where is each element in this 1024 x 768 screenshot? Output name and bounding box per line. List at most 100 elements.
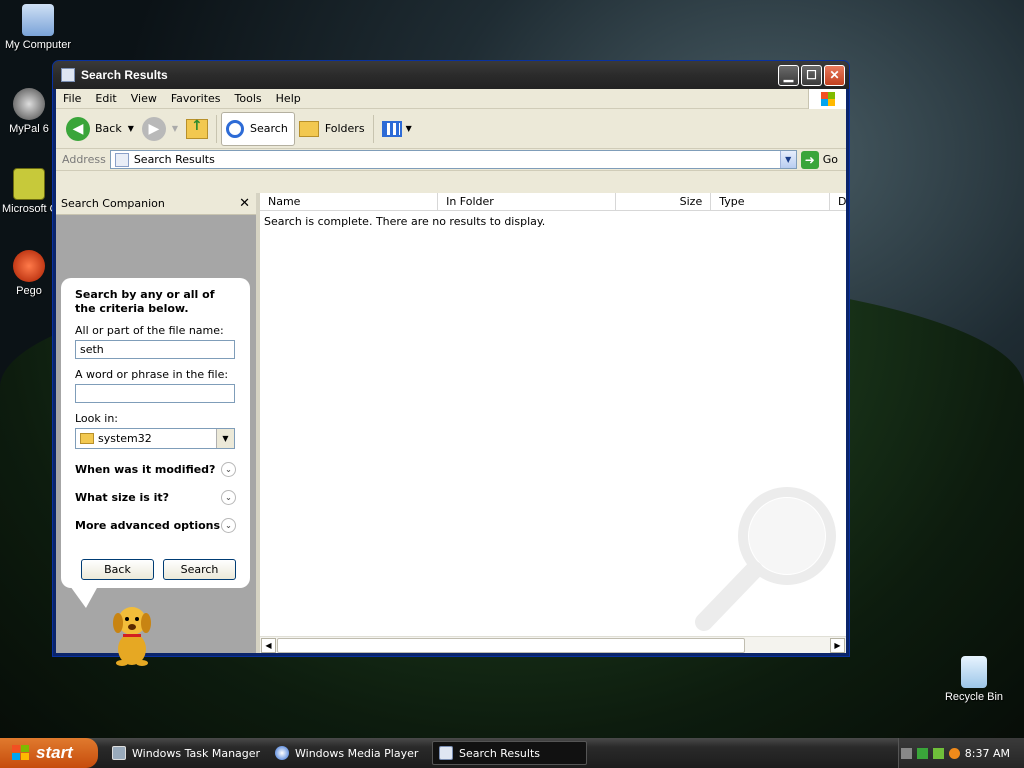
- desktop-icon-label: Microsoft Outlook: [2, 203, 56, 215]
- task-label: Windows Media Player: [295, 746, 419, 760]
- chevron-down-icon[interactable]: ▼: [216, 429, 234, 448]
- menu-edit[interactable]: Edit: [88, 92, 123, 105]
- results-pane: Name In Folder Size Type D Search is com…: [260, 193, 846, 653]
- task-task-manager[interactable]: Windows Task Manager: [106, 741, 261, 765]
- filename-label: All or part of the file name:: [75, 324, 224, 337]
- search-results-icon: [439, 746, 453, 760]
- column-name[interactable]: Name: [260, 193, 439, 210]
- back-arrow-icon: ◀: [66, 116, 90, 141]
- scroll-right-arrow-icon[interactable]: ▶: [830, 638, 845, 653]
- network-icon[interactable]: [916, 747, 928, 759]
- folders-label: Folders: [324, 122, 365, 135]
- search-tray-icon[interactable]: [948, 747, 960, 759]
- search-companion-pane: Search Companion ✕ Search by any or all …: [56, 193, 256, 666]
- safely-remove-icon[interactable]: [932, 747, 944, 759]
- start-button[interactable]: start: [0, 738, 98, 768]
- search-results-window: Search Results ▁ ☐ ✕ File Edit View Favo…: [52, 60, 850, 666]
- desktop-icon-label: Recycle Bin: [944, 691, 1004, 703]
- scroll-left-arrow-icon[interactable]: ◀: [261, 638, 276, 653]
- menu-tools[interactable]: Tools: [228, 92, 269, 105]
- double-chevron-down-icon[interactable]: ⌄: [221, 462, 236, 477]
- close-button[interactable]: ✕: [824, 64, 845, 86]
- filename-input[interactable]: [75, 340, 235, 359]
- up-folder-button[interactable]: ↑: [182, 112, 212, 146]
- back-label: Back: [95, 122, 122, 135]
- task-manager-icon: [112, 746, 126, 760]
- scroll-thumb[interactable]: [277, 638, 745, 653]
- close-pane-icon[interactable]: ✕: [239, 196, 250, 211]
- expander-label: What size is it?: [75, 491, 170, 504]
- desktop-icon-label: My Computer: [4, 39, 72, 51]
- menu-help[interactable]: Help: [269, 92, 308, 105]
- expander-size[interactable]: What size is it? ⌄: [75, 490, 236, 505]
- menu-file[interactable]: File: [56, 92, 88, 105]
- chevron-down-icon[interactable]: ▼: [128, 124, 134, 133]
- desktop-icon-recycle-bin[interactable]: Recycle Bin: [938, 656, 1010, 703]
- go-arrow-icon: ➜: [800, 150, 819, 169]
- window-title: Search Results: [81, 68, 168, 82]
- menu-favorites[interactable]: Favorites: [164, 92, 228, 105]
- start-label: start: [36, 743, 73, 762]
- expander-label: More advanced options: [75, 519, 221, 532]
- address-value: Search Results: [133, 153, 215, 166]
- windows-logo-icon: [808, 89, 846, 109]
- outlook-icon: [13, 168, 45, 200]
- phrase-label: A word or phrase in the file:: [75, 368, 229, 381]
- folder-icon: [80, 433, 94, 444]
- companion-back-button[interactable]: Back: [81, 559, 154, 580]
- companion-search-button[interactable]: Search: [163, 559, 236, 580]
- computer-icon: [22, 4, 54, 36]
- folders-icon: [298, 120, 319, 137]
- maximize-button[interactable]: ☐: [801, 64, 822, 86]
- menu-view[interactable]: View: [124, 92, 164, 105]
- back-button[interactable]: ◀ Back ▼: [62, 112, 138, 146]
- desktop-icon-mypal[interactable]: MyPal 6: [2, 88, 56, 135]
- address-input[interactable]: Search Results ▼: [109, 150, 797, 169]
- results-column-headers: Name In Folder Size Type D: [260, 193, 846, 211]
- desktop-icon-outlook[interactable]: Microsoft Outlook: [2, 168, 56, 215]
- bubble-tail: [70, 586, 104, 608]
- system-tray: 8:37 AM: [898, 738, 1024, 768]
- magnifier-watermark-icon: [695, 487, 836, 631]
- content-area: Search Companion ✕ Search by any or all …: [56, 193, 846, 666]
- lookin-select[interactable]: system32 ▼: [75, 428, 235, 449]
- desktop-icon-pego[interactable]: Pego: [2, 250, 56, 297]
- clock[interactable]: 8:37 AM: [965, 747, 1010, 760]
- views-button[interactable]: ▼: [378, 112, 416, 146]
- forward-button[interactable]: ▶ ▼: [138, 112, 182, 146]
- double-chevron-down-icon[interactable]: ⌄: [221, 518, 236, 533]
- task-media-player[interactable]: Windows Media Player: [269, 741, 424, 765]
- double-chevron-down-icon[interactable]: ⌄: [221, 490, 236, 505]
- horizontal-scrollbar[interactable]: ◀ ▶: [260, 636, 846, 653]
- taskbar: start Windows Task Manager Windows Media…: [0, 738, 1024, 768]
- go-button[interactable]: ➜ Go: [797, 150, 842, 169]
- keyboard-icon[interactable]: [900, 747, 912, 759]
- folders-button[interactable]: Folders: [295, 112, 369, 146]
- address-dropdown-button[interactable]: ▼: [779, 151, 796, 168]
- go-label: Go: [822, 153, 838, 166]
- column-type[interactable]: Type: [711, 193, 830, 210]
- address-label: Address: [62, 153, 106, 166]
- mypal-icon: [13, 88, 45, 120]
- search-companion-header: Search Companion ✕: [56, 193, 256, 215]
- expander-advanced[interactable]: More advanced options ⌄: [75, 518, 236, 533]
- no-results-message: Search is complete. There are no results…: [264, 215, 546, 228]
- title-bar[interactable]: Search Results ▁ ☐ ✕: [53, 61, 849, 89]
- desktop-icon-label: Pego: [16, 285, 42, 297]
- phrase-input[interactable]: [75, 384, 235, 403]
- column-in-folder[interactable]: In Folder: [438, 193, 617, 210]
- desktop-icon-label: MyPal 6: [9, 123, 49, 135]
- column-date[interactable]: D: [830, 193, 846, 210]
- task-search-results[interactable]: Search Results: [432, 741, 587, 765]
- search-form-bubble: Search by any or all of the criteria bel…: [61, 278, 250, 608]
- search-heading: Search by any or all of the criteria bel…: [75, 288, 215, 315]
- search-button[interactable]: Search: [221, 111, 295, 146]
- expander-modified[interactable]: When was it modified? ⌄: [75, 462, 236, 477]
- lookin-value: system32: [98, 432, 152, 445]
- minimize-button[interactable]: ▁: [778, 64, 799, 86]
- search-icon: [226, 119, 245, 138]
- column-size[interactable]: Size: [616, 193, 712, 210]
- expander-label: When was it modified?: [75, 463, 216, 476]
- desktop-icon-my-computer[interactable]: My Computer: [2, 4, 74, 51]
- search-dog-icon[interactable]: [104, 601, 160, 667]
